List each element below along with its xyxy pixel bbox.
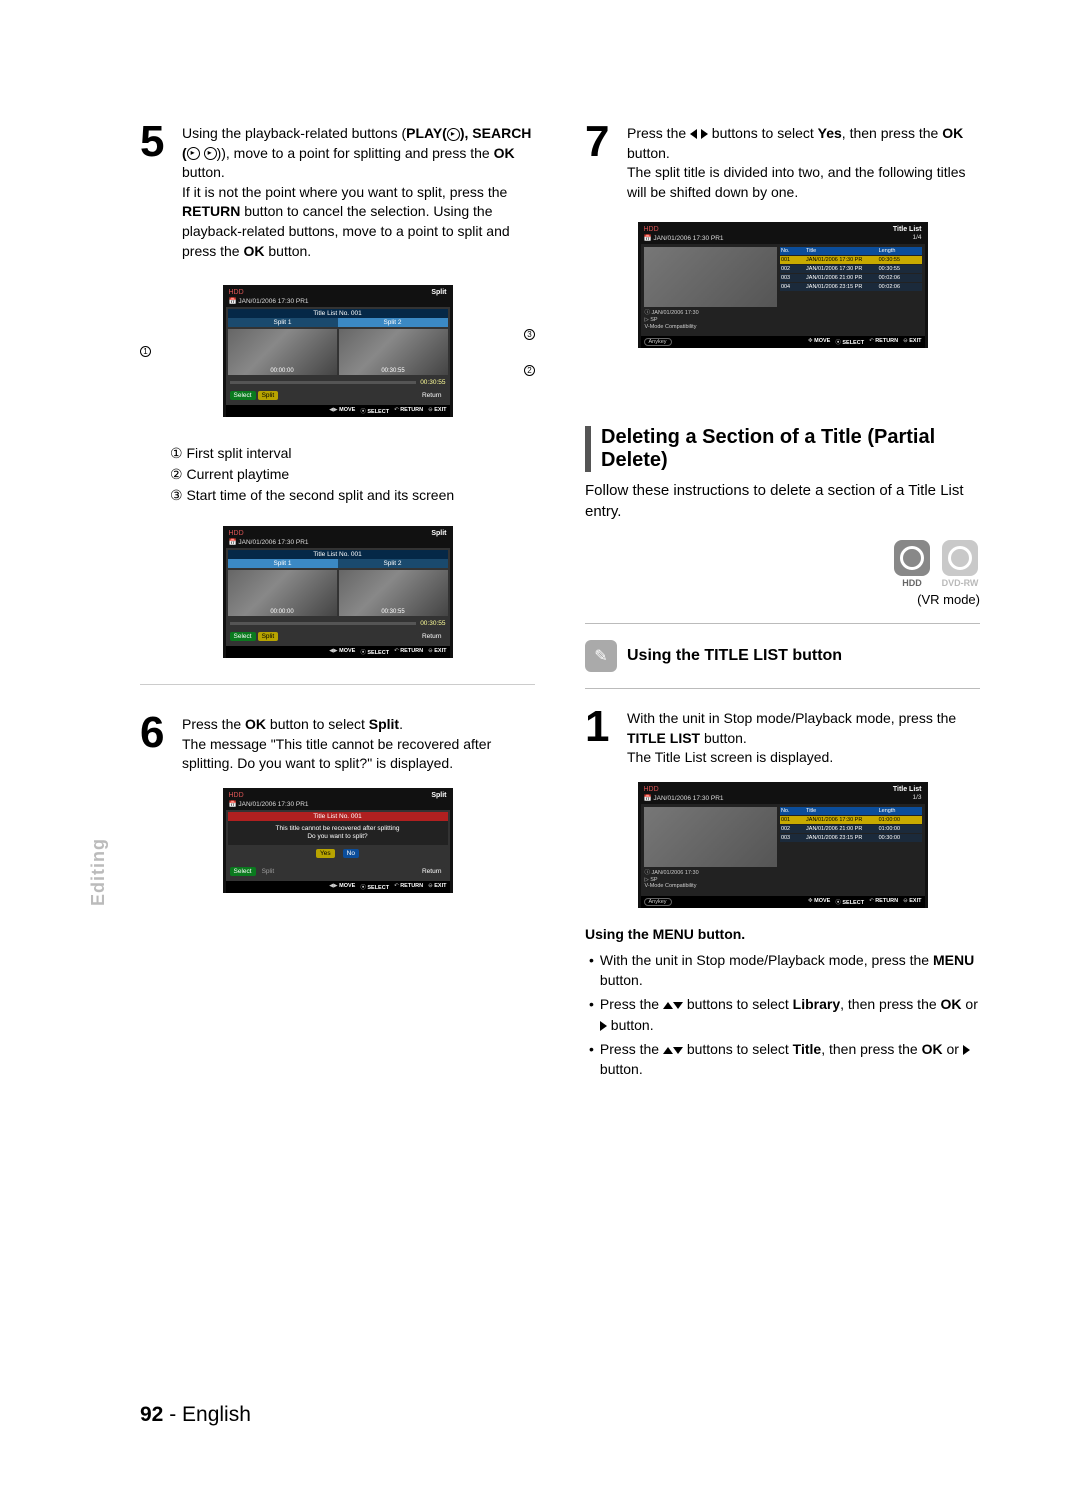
search-fwd-icon <box>204 147 217 160</box>
title-list-rows-7: No.TitleLength 001JAN/01/2006 17:30 PR00… <box>780 247 922 333</box>
left-column: 5 Using the playback-related buttons (PL… <box>140 120 535 1084</box>
title-list-rows-1: No.TitleLength 001JAN/01/2006 17:30 PR01… <box>780 807 922 893</box>
table-row: 004JAN/01/2006 23:15 PR00:02:06 <box>780 283 922 291</box>
right-arrow-icon <box>963 1045 970 1055</box>
up-arrow-icon <box>663 1047 673 1054</box>
table-row: 003JAN/01/2006 21:00 PR00:02:06 <box>780 274 922 282</box>
screenshot-title-list-4: HDDTitle List 📅 JAN/01/2006 17:30 PR11/4… <box>638 222 928 348</box>
right-arrow-icon <box>600 1021 607 1031</box>
screenshot-split-2: HDDSplit 📅 JAN/01/2006 17:30 PR1 Title L… <box>223 526 453 658</box>
right-arrow-icon <box>701 129 708 139</box>
callout-2: 2 <box>524 365 535 376</box>
play-icon <box>447 128 460 141</box>
step-5: 5 Using the playback-related buttons (PL… <box>140 120 535 261</box>
step-7: 7 Press the buttons to select Yes, then … <box>585 120 980 202</box>
section-heading: Deleting a Section of a Title (Partial D… <box>585 426 980 472</box>
preview-thumbnail <box>644 247 777 307</box>
down-arrow-icon <box>673 1002 683 1009</box>
screenshot-split-dialog: HDDSplit 📅 JAN/01/2006 17:30 PR1 Title L… <box>223 788 453 893</box>
callout-1: 1 <box>140 346 151 357</box>
menu-subsection: Using the MENU button. •With the unit in… <box>585 926 980 1080</box>
left-arrow-icon <box>690 129 697 139</box>
screenshot-split-1: 1 HDDSplit 📅 JAN/01/2006 17:30 PR1 Title… <box>140 271 535 431</box>
table-row: 002JAN/01/2006 17:30 PR00:30:55 <box>780 265 922 273</box>
callout-legend: ① First split interval ② Current playtim… <box>170 443 535 506</box>
down-arrow-icon <box>673 1047 683 1054</box>
search-back-icon <box>187 147 200 160</box>
step-1: 1 With the unit in Stop mode/Playback mo… <box>585 705 980 768</box>
table-row: 003JAN/01/2006 23:15 PR00:30:00 <box>780 834 922 842</box>
step-number: 5 <box>140 120 174 261</box>
page-footer: 92 - English <box>140 1403 251 1427</box>
up-arrow-icon <box>663 1002 673 1009</box>
title-list-icon <box>585 640 617 672</box>
table-row: 002JAN/01/2006 21:00 PR01:00:00 <box>780 825 922 833</box>
table-row: 001JAN/01/2006 17:30 PR00:30:55 <box>780 256 922 264</box>
hdd-badge: HDD <box>892 540 932 588</box>
preview-thumbnail <box>644 807 777 867</box>
step-6: 6 Press the OK button to select Split. T… <box>140 711 535 774</box>
manual-page: Editing 5 Using the playback-related but… <box>0 0 1080 1487</box>
callout-3: 3 <box>524 329 535 340</box>
right-column: 7 Press the buttons to select Yes, then … <box>585 120 980 1084</box>
dvd-rw-badge: DVD-RW <box>940 540 980 588</box>
table-row: 001JAN/01/2006 17:30 PR01:00:00 <box>780 816 922 824</box>
screenshot-title-list-3: HDDTitle List 📅 JAN/01/2006 17:30 PR11/3… <box>638 782 928 908</box>
side-tab-editing: Editing <box>88 838 109 906</box>
